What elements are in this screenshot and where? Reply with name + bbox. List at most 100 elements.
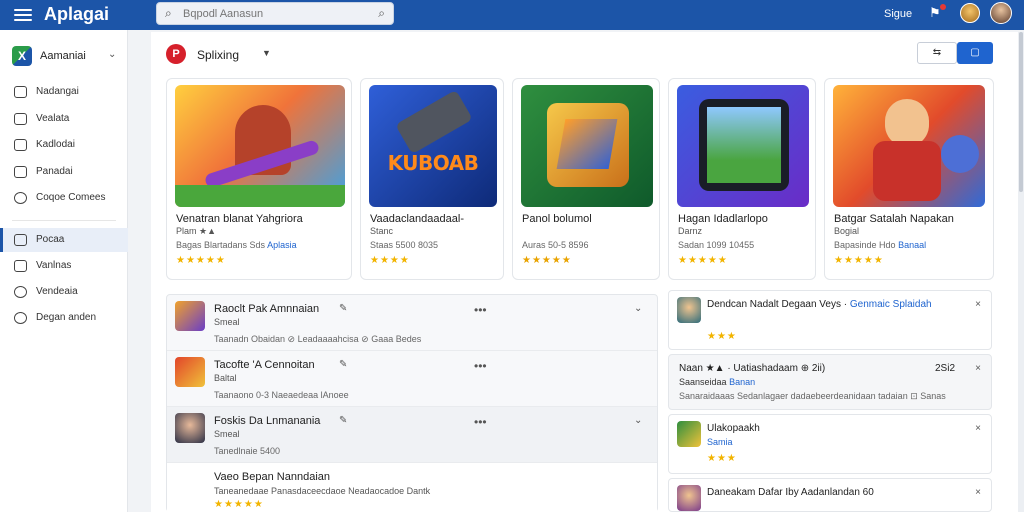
close-icon[interactable]: ×: [975, 299, 981, 310]
list-item-title[interactable]: Tacofte 'A Cennoitan: [214, 359, 315, 371]
card-title[interactable]: Hagan Idadlarlopo: [678, 213, 768, 225]
screen-illustration: [707, 107, 781, 183]
notification-count: 2Si2: [935, 363, 956, 374]
sidebar-item-3[interactable]: Kadlodai: [0, 133, 128, 157]
notification-subtitle: Samia: [707, 437, 733, 447]
notification-card[interactable]: Dendcan Nadalt Degaan Veys · Genmaic Spl…: [668, 290, 992, 350]
user-label[interactable]: Sigue: [884, 8, 912, 20]
sidebar-divider: [12, 220, 116, 221]
pin-icon[interactable]: ✎: [339, 415, 347, 426]
sidebar-item-9[interactable]: Degan anden: [0, 306, 128, 330]
notification-title[interactable]: Daneakam Dafar Iby Aadanlandan 60: [707, 487, 874, 498]
bookmark-icon: [14, 234, 27, 246]
folder-icon: [14, 113, 27, 125]
notification-card[interactable]: Ulakopaakh Samia × ★★★: [668, 414, 992, 474]
app-card[interactable]: Venatran blanat Yahgriora Plam ★▲ Bagas …: [166, 78, 352, 280]
notification-icon[interactable]: ⚑: [929, 4, 946, 20]
scrollbar[interactable]: [1018, 32, 1024, 512]
search-box[interactable]: ⌕ ⌕: [156, 2, 394, 25]
view-grid-button[interactable]: ▢: [957, 42, 993, 64]
close-icon[interactable]: ×: [975, 363, 981, 374]
menu-icon[interactable]: [14, 6, 32, 24]
sidebar-item-label: Vanlnas: [36, 260, 72, 271]
notification-card[interactable]: Naan ★▲ · Uatiashadaam ⊕ 2ii) 2Si2 × Saa…: [668, 354, 992, 410]
chevron-down-icon[interactable]: ▼: [262, 48, 271, 58]
notification-link[interactable]: Banan: [729, 377, 755, 387]
list-item[interactable]: Foskis Da Lnmanania ✎ ••• ⌄ Smeal Tanedl…: [167, 407, 657, 463]
app-thumbnail: [175, 85, 345, 207]
sidebar-item-label: Degan anden: [36, 312, 97, 323]
pin-icon[interactable]: ✎: [339, 359, 347, 370]
card-title[interactable]: Panol bolumol: [522, 213, 592, 225]
app-card[interactable]: Batgar Satalah Napakan Bogial Bapasinde …: [824, 78, 994, 280]
page-title[interactable]: Splixing: [197, 48, 239, 62]
list-item[interactable]: Raoclt Pak Amnnaian ✎ ••• ⌄ Smeal Taanad…: [167, 295, 657, 351]
rating-stars: ★★★: [707, 453, 737, 464]
sidebar-item-2[interactable]: Vealata: [0, 107, 128, 131]
gamepad-icon: [14, 192, 27, 204]
avatar[interactable]: [960, 3, 980, 23]
app-card[interactable]: Hagan Idadlarlopo Darnz Sadan 1099 10455…: [668, 78, 816, 280]
search-input[interactable]: [183, 6, 363, 22]
list-item[interactable]: Tacofte 'A Cennoitan ✎ ••• Baltal Taanao…: [167, 351, 657, 407]
card-title[interactable]: Batgar Satalah Napakan: [834, 213, 954, 225]
notification-subtitle-text: Saanseidaa: [679, 377, 727, 387]
view-toggle-button[interactable]: ⇆: [917, 42, 957, 64]
sidebar-item-6[interactable]: Pocaa: [0, 228, 128, 252]
chevron-down-icon[interactable]: ⌄: [108, 49, 116, 60]
card-meta-text: Bagas Blartadans Sds: [176, 240, 266, 250]
search-icon: ⌕: [165, 6, 172, 20]
card-meta: Bagas Blartadans Sds Aplasia: [176, 240, 297, 250]
notification-meta: Sanaraidaaas Sedanlagaer dadaebeerdeanid…: [679, 391, 946, 401]
sidebar-item-7[interactable]: Vanlnas: [0, 254, 128, 278]
chevron-down-icon[interactable]: ⌄: [634, 303, 642, 314]
profile-avatar[interactable]: [990, 2, 1012, 24]
more-icon[interactable]: •••: [474, 303, 487, 317]
notification-subtitle: Saanseidaa Banan: [679, 377, 755, 387]
list-item[interactable]: Vaeo Bepan Nanndaian Taneanedaae Panasda…: [167, 463, 657, 512]
workspace-switcher[interactable]: X Aamaniai ⌄: [12, 46, 128, 66]
weapon-illustration: [395, 89, 473, 155]
card-meta: Staas 5500 8035: [370, 240, 439, 250]
scrollbar-thumb[interactable]: [1019, 32, 1023, 192]
list-item-title[interactable]: Raoclt Pak Amnnaian: [214, 303, 319, 315]
search-icon[interactable]: ⌕: [378, 6, 385, 21]
ground-illustration: [175, 185, 345, 207]
rating-stars: ★★★★★: [214, 499, 264, 510]
card-subtitle: Bogial: [834, 226, 860, 236]
card-title[interactable]: Vaadaclandaadaal-: [370, 213, 464, 225]
app-card[interactable]: KUBOAB Vaadaclandaadaal- Stanc Staas 550…: [360, 78, 504, 280]
close-icon[interactable]: ×: [975, 423, 981, 434]
sidebar-item-4[interactable]: Panadai: [0, 160, 128, 184]
list-item-title[interactable]: Vaeo Bepan Nanndaian: [214, 471, 330, 483]
pin-icon[interactable]: ✎: [339, 303, 347, 314]
notification-title[interactable]: Dendcan Nadalt Degaan Veys · Genmaic Spl…: [707, 299, 932, 310]
more-icon[interactable]: •••: [474, 359, 487, 373]
card-link[interactable]: Banaal: [898, 240, 926, 250]
notification-title[interactable]: Ulakopaakh: [707, 423, 760, 434]
sidebar-item-8[interactable]: Vendeaia: [0, 280, 128, 304]
sidebar: X Aamaniai ⌄ Nadangai Vealata Kadlodai P…: [0, 30, 128, 512]
app-thumbnail: [677, 485, 701, 511]
list-item-subtitle: Baltal: [214, 373, 237, 383]
sidebar-item-5[interactable]: Coqoe Comees: [0, 186, 128, 210]
notification-card[interactable]: Daneakam Dafar Iby Aadanlandan 60 ×: [668, 478, 992, 512]
card-link[interactable]: Aplasia: [267, 240, 297, 250]
sidebar-item-label: Panadai: [36, 166, 73, 177]
sidebar-item-1[interactable]: Nadangai: [0, 80, 128, 104]
list-item-title[interactable]: Foskis Da Lnmanania: [214, 415, 320, 427]
notification-link[interactable]: Genmaic Splaidah: [850, 299, 932, 310]
more-icon[interactable]: •••: [474, 415, 487, 429]
card-meta: Auras 50-5 8596: [522, 240, 589, 250]
notification-title[interactable]: Naan ★▲ · Uatiashadaam ⊕ 2ii): [679, 363, 825, 374]
sidebar-item-label: Pocaa: [36, 234, 65, 245]
robot-illustration: [941, 135, 979, 173]
character-body-illustration: [873, 141, 941, 201]
close-icon[interactable]: ×: [975, 487, 981, 498]
app-brand[interactable]: Aplagai: [44, 4, 109, 25]
card-title[interactable]: Venatran blanat Yahgriora: [176, 213, 303, 225]
chevron-down-icon[interactable]: ⌄: [634, 415, 642, 426]
workspace-logo-icon: X: [12, 46, 32, 66]
app-card[interactable]: Panol bolumol Auras 50-5 8596 ★★★★★: [512, 78, 660, 280]
card-meta: Bapasinde Hdo Banaal: [834, 240, 926, 250]
